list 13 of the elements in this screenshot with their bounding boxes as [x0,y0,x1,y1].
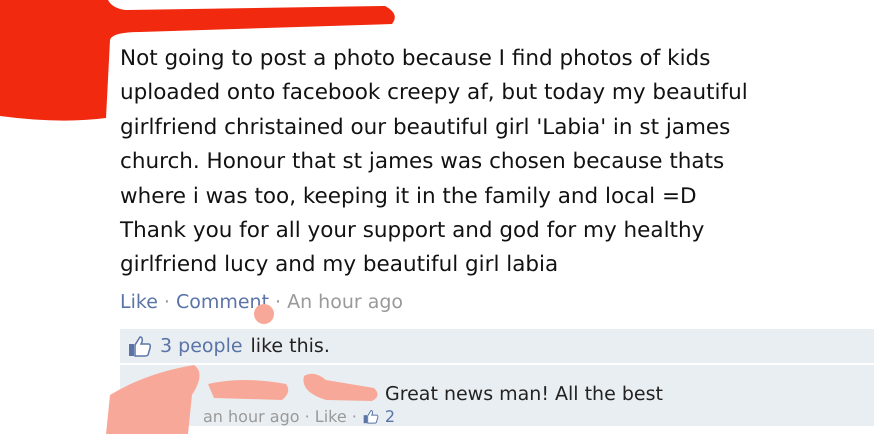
separator-dot: · [275,290,282,313]
like-link[interactable]: Like [120,290,158,313]
thumbs-up-icon [362,408,379,424]
like-count[interactable]: 2 [384,406,396,426]
post-text: Not going to post a photo because I find photos of kids uploaded onto facebook creepy af, but today my beautiful girlfriend christained our beautiful girl 'Labia' in st james church. Honour that st james was chosen because thats where i was too, keeping it in the family and local =D Thank you for all your support and god for my healthy girlfriend lucy and my beautiful girl labia [120,45,749,280]
timestamp: An hour ago [287,290,404,313]
separator-dot: · [164,290,170,313]
comment-meta: an hour ago · Like · [203,406,357,426]
thumbs-up-icon [128,334,152,357]
people-link[interactable]: 3 people [160,334,243,357]
comment-text: Great news man! All the best [385,382,663,405]
comment-link[interactable]: Comment [176,290,270,313]
likes-text: like this. [250,334,330,357]
